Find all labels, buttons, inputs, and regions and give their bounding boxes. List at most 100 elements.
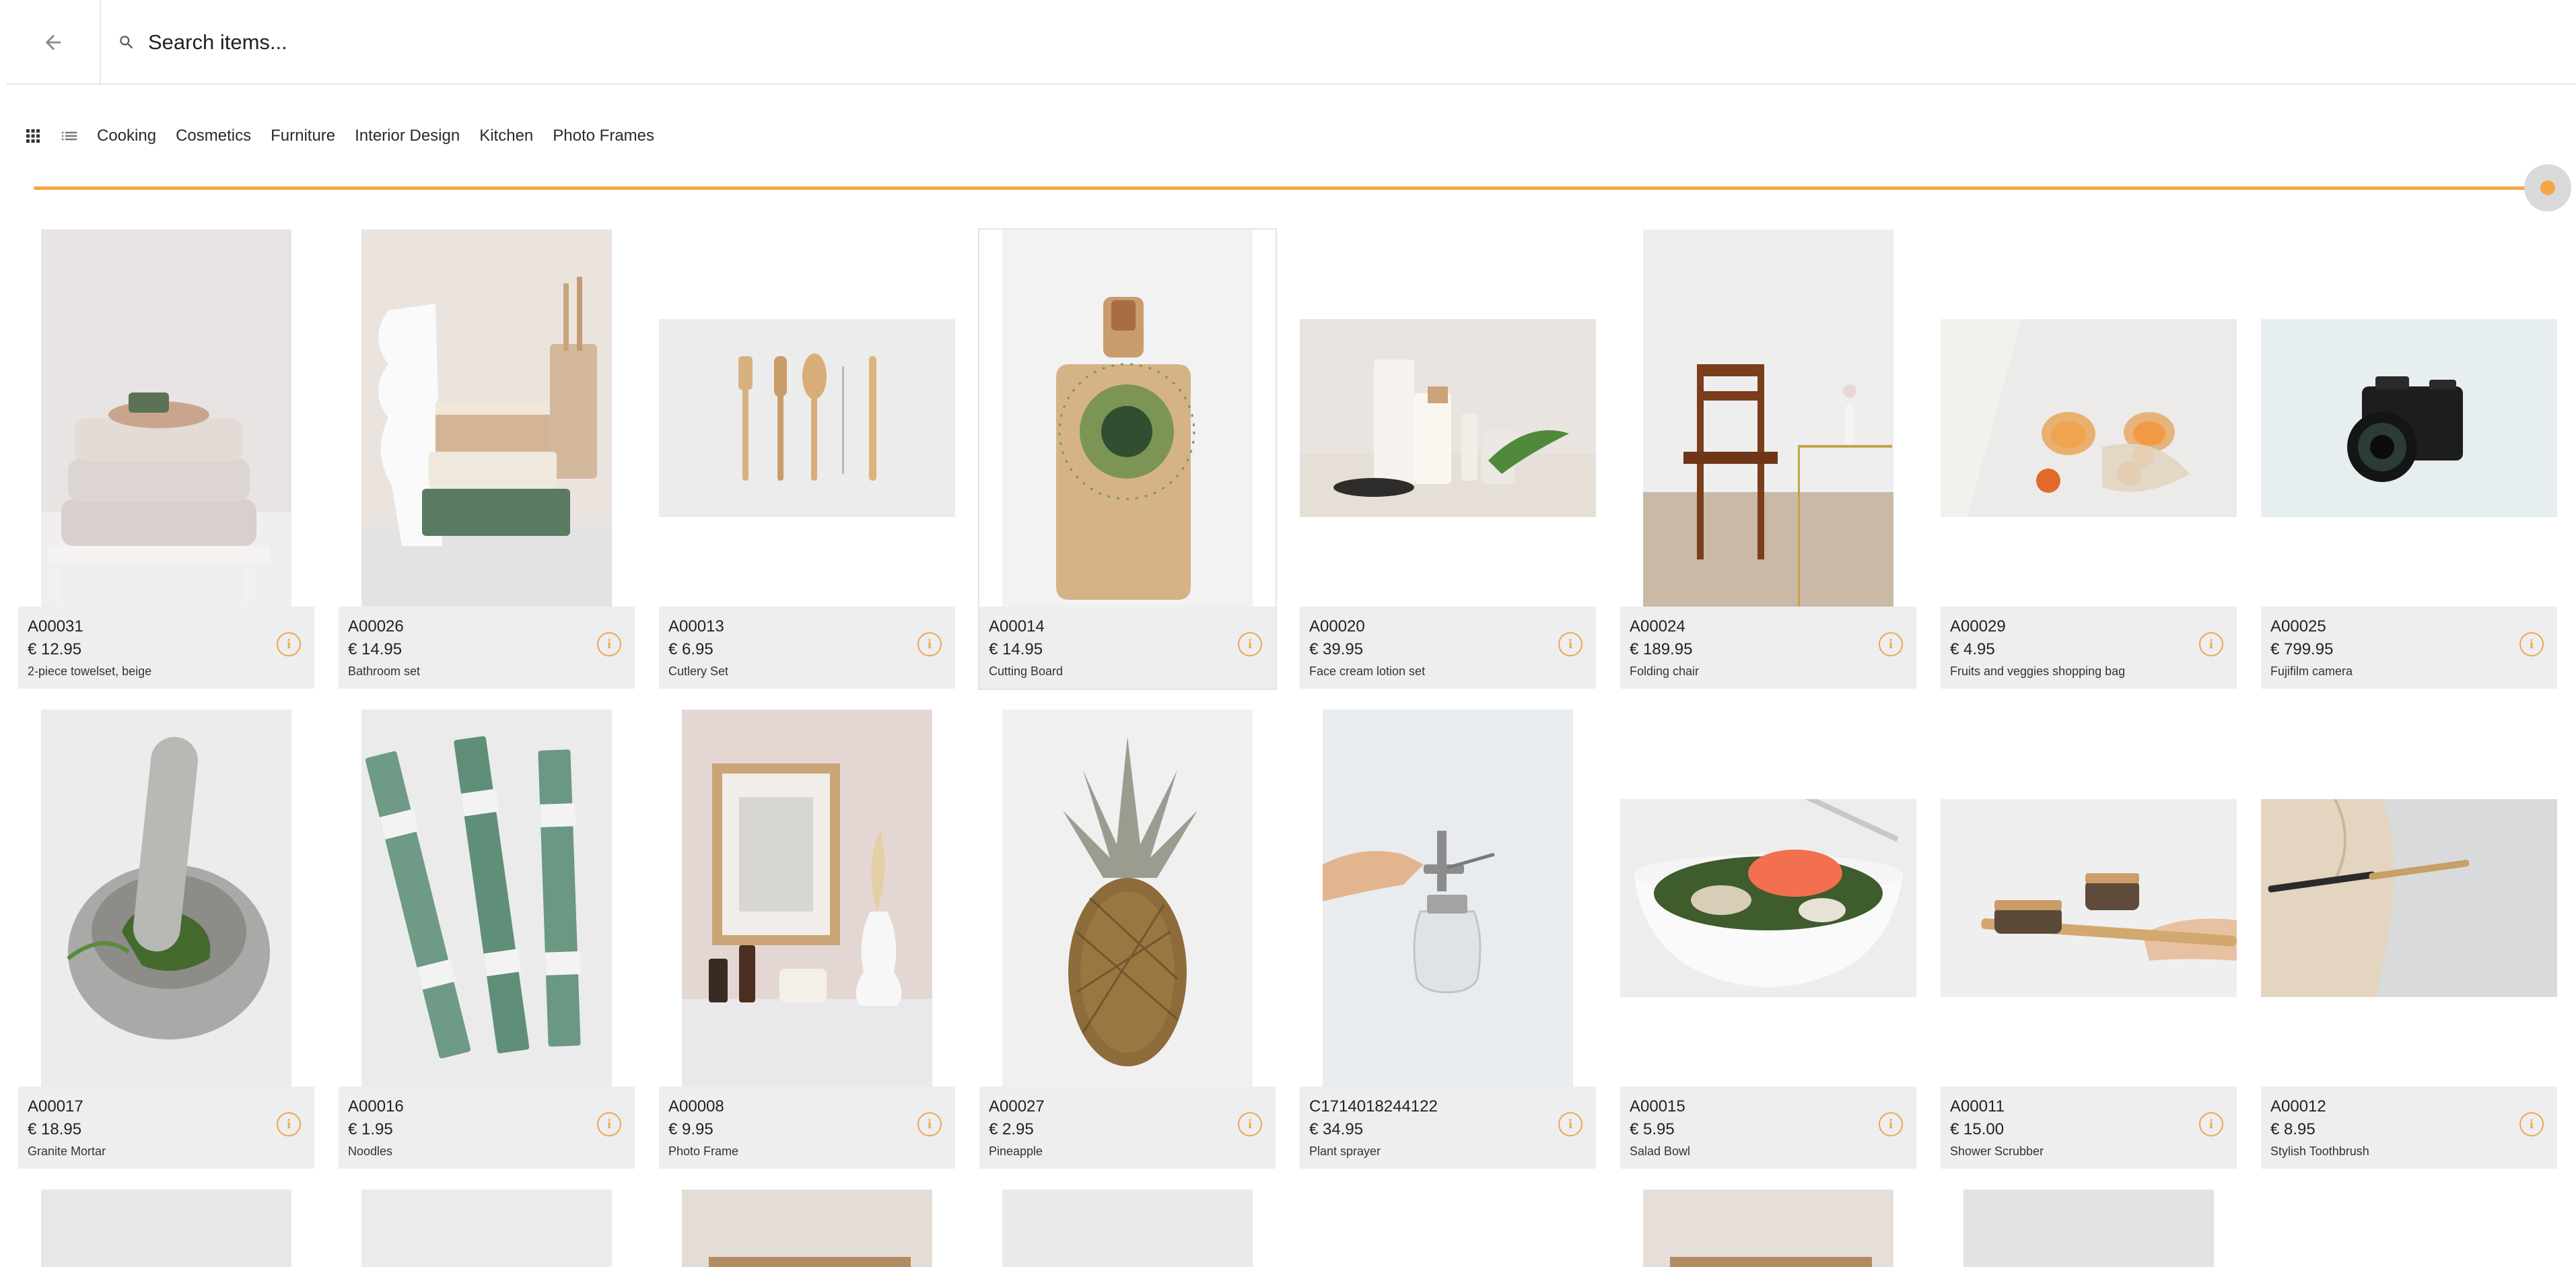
product-name: Folding chair (1630, 664, 1700, 678)
product-sku: A00031 (28, 617, 83, 636)
product-caption: C1714018244122 € 34.95 Plant sprayer i (1300, 1087, 1596, 1169)
grid-view-button[interactable] (16, 119, 50, 153)
product-caption: A00012 € 8.95 Stylish Toothbrush i (2261, 1087, 2557, 1169)
product-image-noodles (361, 710, 612, 1087)
product-caption: A00014 € 14.95 Cutting Board i (979, 607, 1276, 689)
product-name: Bathroom set (348, 664, 421, 678)
product-name: Cutting Board (989, 664, 1064, 678)
product-caption: A00025 € 799.95 Fujifilm camera i (2261, 607, 2557, 689)
info-icon[interactable]: i (2519, 1112, 2544, 1136)
product-sku: A00008 (668, 1097, 724, 1116)
product-price: € 4.95 (1950, 640, 1995, 658)
tab-interior-design[interactable]: Interior Design (355, 127, 460, 145)
tab-kitchen[interactable]: Kitchen (479, 127, 533, 145)
product-image-partial[interactable] (1643, 1190, 1893, 1267)
product-price: € 8.95 (2270, 1120, 2316, 1138)
product-sku: A00012 (2270, 1097, 2326, 1116)
list-view-icon (61, 131, 77, 141)
back-button[interactable] (7, 0, 101, 85)
product-price: € 1.95 (348, 1120, 393, 1138)
product-sku: A00017 (28, 1097, 83, 1116)
product-caption: A00015 € 5.95 Salad Bowl i (1620, 1087, 1916, 1169)
product-image-plant-sprayer (1323, 710, 1573, 1087)
product-card[interactable]: C1714018244122 € 34.95 Plant sprayer i (1300, 710, 1596, 1169)
product-price: € 6.95 (668, 640, 713, 658)
product-card[interactable]: A00015 € 5.95 Salad Bowl i (1620, 710, 1916, 1169)
list-view-button[interactable] (53, 119, 86, 153)
product-sku: A00029 (1950, 617, 2006, 636)
product-price: € 9.95 (668, 1120, 713, 1138)
product-price: € 2.95 (989, 1120, 1034, 1138)
product-card[interactable]: A00017 € 18.95 Granite Mortar i (18, 710, 314, 1169)
info-icon[interactable]: i (277, 632, 301, 656)
product-card[interactable]: A00008 € 9.95 Photo Frame i (659, 710, 955, 1169)
info-icon[interactable]: i (1558, 632, 1582, 656)
product-sku: A00015 (1630, 1097, 1685, 1116)
product-card[interactable]: A00020 € 39.95 Face cream lotion set i (1300, 230, 1596, 689)
product-price: € 799.95 (2270, 640, 2334, 658)
product-caption: A00016 € 1.95 Noodles i (339, 1087, 635, 1169)
product-caption: A00029 € 4.95 Fruits and veggies shoppin… (1941, 607, 2237, 689)
product-name: Pineapple (989, 1144, 1043, 1158)
product-caption: A00008 € 9.95 Photo Frame i (659, 1087, 955, 1169)
info-icon[interactable]: i (597, 632, 621, 656)
info-icon[interactable]: i (1558, 1112, 1582, 1136)
search-input[interactable] (148, 20, 2504, 65)
info-icon[interactable]: i (597, 1112, 621, 1136)
product-caption: A00026 € 14.95 Bathroom set i (339, 607, 635, 689)
product-image-stylish-toothbrush (2261, 799, 2557, 997)
product-image-towelset (41, 230, 291, 607)
product-image-bathroom-set (361, 230, 612, 607)
product-price: € 14.95 (348, 640, 403, 658)
info-icon[interactable]: i (1879, 1112, 1903, 1136)
info-icon[interactable]: i (2519, 632, 2544, 656)
tab-photo-frames[interactable]: Photo Frames (553, 127, 654, 145)
info-icon[interactable]: i (2199, 1112, 2223, 1136)
info-icon[interactable]: i (917, 632, 942, 656)
product-price: € 14.95 (989, 640, 1043, 658)
info-icon[interactable]: i (2199, 632, 2223, 656)
info-icon[interactable]: i (1238, 1112, 1262, 1136)
product-card[interactable]: A00014 € 14.95 Cutting Board i (978, 228, 1277, 690)
product-card[interactable]: A00013 € 6.95 Cutlery Set i (659, 230, 955, 689)
product-name: 2-piece towelset, beige (28, 664, 152, 678)
product-price: € 5.95 (1630, 1120, 1675, 1138)
product-name: Fruits and veggies shopping bag (1950, 664, 2126, 678)
product-price: € 18.95 (28, 1120, 82, 1138)
product-image-granite-mortar (41, 710, 291, 1087)
info-icon[interactable]: i (277, 1112, 301, 1136)
product-card[interactable]: A00031 € 12.95 2-piece towelset, beige i (18, 230, 314, 689)
tab-cooking[interactable]: Cooking (97, 127, 156, 145)
product-name: Cutlery Set (668, 664, 729, 678)
info-icon[interactable]: i (917, 1112, 942, 1136)
product-image-fruits-bag (1941, 319, 2237, 517)
tab-furniture[interactable]: Furniture (271, 127, 335, 145)
info-icon[interactable]: i (1879, 632, 1903, 656)
product-sku: A00014 (989, 617, 1045, 636)
product-sku: A00027 (989, 1097, 1045, 1116)
tab-cosmetics[interactable]: Cosmetics (176, 127, 251, 145)
product-image-partial[interactable] (361, 1190, 612, 1267)
product-price: € 15.00 (1950, 1120, 2005, 1138)
product-card[interactable]: A00024 € 189.95 Folding chair i (1620, 230, 1916, 689)
product-name: Salad Bowl (1630, 1144, 1691, 1158)
product-image-partial[interactable] (682, 1190, 932, 1267)
product-card[interactable]: A00016 € 1.95 Noodles i (339, 710, 635, 1169)
product-card[interactable]: A00025 € 799.95 Fujifilm camera i (2261, 230, 2557, 689)
zoom-slider[interactable] (34, 164, 2571, 211)
toolbar: Cooking Cosmetics Furniture Interior Des… (16, 116, 674, 156)
product-image-partial[interactable] (1963, 1190, 2214, 1267)
info-icon[interactable]: i (1238, 632, 1262, 656)
product-image-partial[interactable] (41, 1190, 291, 1267)
product-image-partial[interactable] (1002, 1190, 1253, 1267)
product-card[interactable]: A00011 € 15.00 Shower Scrubber i (1941, 710, 2237, 1169)
grid-row (18, 1190, 2559, 1267)
product-name: Photo Frame (668, 1144, 739, 1158)
product-card[interactable]: A00029 € 4.95 Fruits and veggies shoppin… (1941, 230, 2237, 689)
slider-fill (34, 186, 2548, 190)
slider-thumb[interactable] (2540, 180, 2555, 195)
product-name: Plant sprayer (1309, 1144, 1381, 1158)
product-card[interactable]: A00026 € 14.95 Bathroom set i (339, 230, 635, 689)
product-card[interactable]: A00012 € 8.95 Stylish Toothbrush i (2261, 710, 2557, 1169)
product-card[interactable]: A00027 € 2.95 Pineapple i (979, 710, 1276, 1169)
